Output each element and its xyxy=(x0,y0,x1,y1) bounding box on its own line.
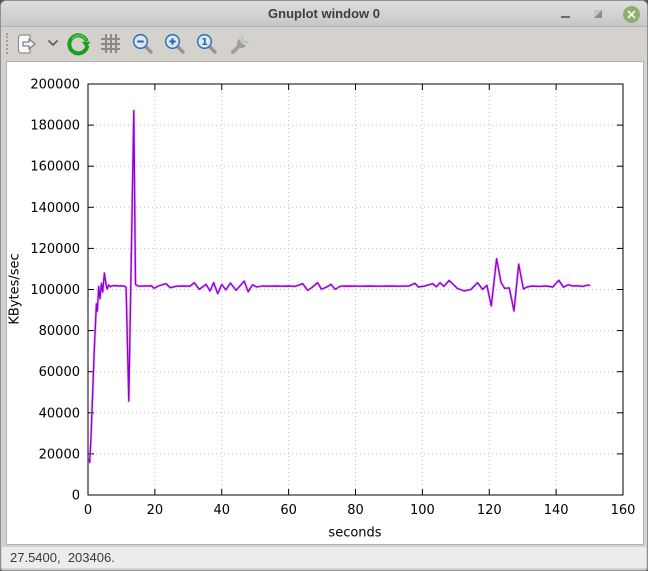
gnuplot-window: Gnuplot window 0 xyxy=(0,0,648,571)
statusbar: 27.5400, 203406. xyxy=(2,546,646,568)
window-controls xyxy=(556,1,640,27)
svg-text:140000: 140000 xyxy=(30,201,80,216)
grid-lines xyxy=(88,84,623,495)
svg-text:120: 120 xyxy=(477,503,502,518)
svg-text:0: 0 xyxy=(84,503,92,518)
chevron-down-icon xyxy=(48,40,58,47)
x-axis-title: seconds xyxy=(328,526,381,541)
svg-text:160: 160 xyxy=(611,503,636,518)
chart[interactable]: 0 20 40 60 80 100 120 140 160 0 20000 40000 60000 800… xyxy=(7,62,643,544)
svg-text:200000: 200000 xyxy=(30,78,80,93)
data-series-line xyxy=(89,111,590,463)
svg-text:140: 140 xyxy=(544,503,569,518)
axis-tick-labels: 0 20 40 60 80 100 120 140 160 0 20000 40000 60000 800… xyxy=(30,78,635,519)
magnifier-minus-icon xyxy=(131,32,155,56)
svg-text:1: 1 xyxy=(201,37,208,48)
svg-text:40000: 40000 xyxy=(39,406,80,421)
toolbar-grip[interactable] xyxy=(6,33,8,54)
mouse-coordinates: 27.5400, 203406. xyxy=(10,550,115,565)
refresh-icon xyxy=(66,31,91,56)
export-dropdown[interactable] xyxy=(45,30,60,57)
minimize-icon xyxy=(561,16,570,18)
svg-text:100000: 100000 xyxy=(30,283,80,298)
minimize-button[interactable] xyxy=(556,5,574,23)
svg-text:120000: 120000 xyxy=(30,242,80,257)
window-title: Gnuplot window 0 xyxy=(268,6,380,21)
document-export-icon xyxy=(15,32,39,56)
zoom-reset-button[interactable]: 1 xyxy=(193,30,220,57)
svg-text:80: 80 xyxy=(347,503,364,518)
zoom-out-button[interactable] xyxy=(129,30,156,57)
titlebar[interactable]: Gnuplot window 0 xyxy=(1,1,647,27)
export-button[interactable] xyxy=(13,30,40,57)
wrench-icon xyxy=(227,32,251,56)
maximize-icon xyxy=(593,9,603,19)
svg-text:20000: 20000 xyxy=(39,447,80,462)
maximize-button[interactable] xyxy=(589,5,607,23)
magnifier-plus-icon xyxy=(163,32,187,56)
svg-text:80000: 80000 xyxy=(39,324,80,339)
svg-text:40: 40 xyxy=(213,503,230,518)
svg-text:180000: 180000 xyxy=(30,119,80,134)
svg-text:60000: 60000 xyxy=(39,365,80,380)
grid-icon xyxy=(99,32,122,55)
svg-text:0: 0 xyxy=(72,489,80,504)
y-axis-title: KBytes/sec xyxy=(8,253,23,324)
svg-text:160000: 160000 xyxy=(30,160,80,175)
settings-button[interactable] xyxy=(225,30,252,57)
close-icon xyxy=(623,6,640,23)
svg-text:60: 60 xyxy=(280,503,297,518)
plot-canvas[interactable]: 0 20 40 60 80 100 120 140 160 0 20000 40000 60000 800… xyxy=(6,61,644,545)
grid-toggle-button[interactable] xyxy=(97,30,124,57)
zoom-in-button[interactable] xyxy=(161,30,188,57)
svg-text:20: 20 xyxy=(147,503,164,518)
svg-text:100: 100 xyxy=(410,503,435,518)
magnifier-one-icon: 1 xyxy=(195,32,219,56)
replot-button[interactable] xyxy=(65,30,92,57)
toolbar: 1 xyxy=(1,27,647,60)
close-button[interactable] xyxy=(622,5,640,23)
